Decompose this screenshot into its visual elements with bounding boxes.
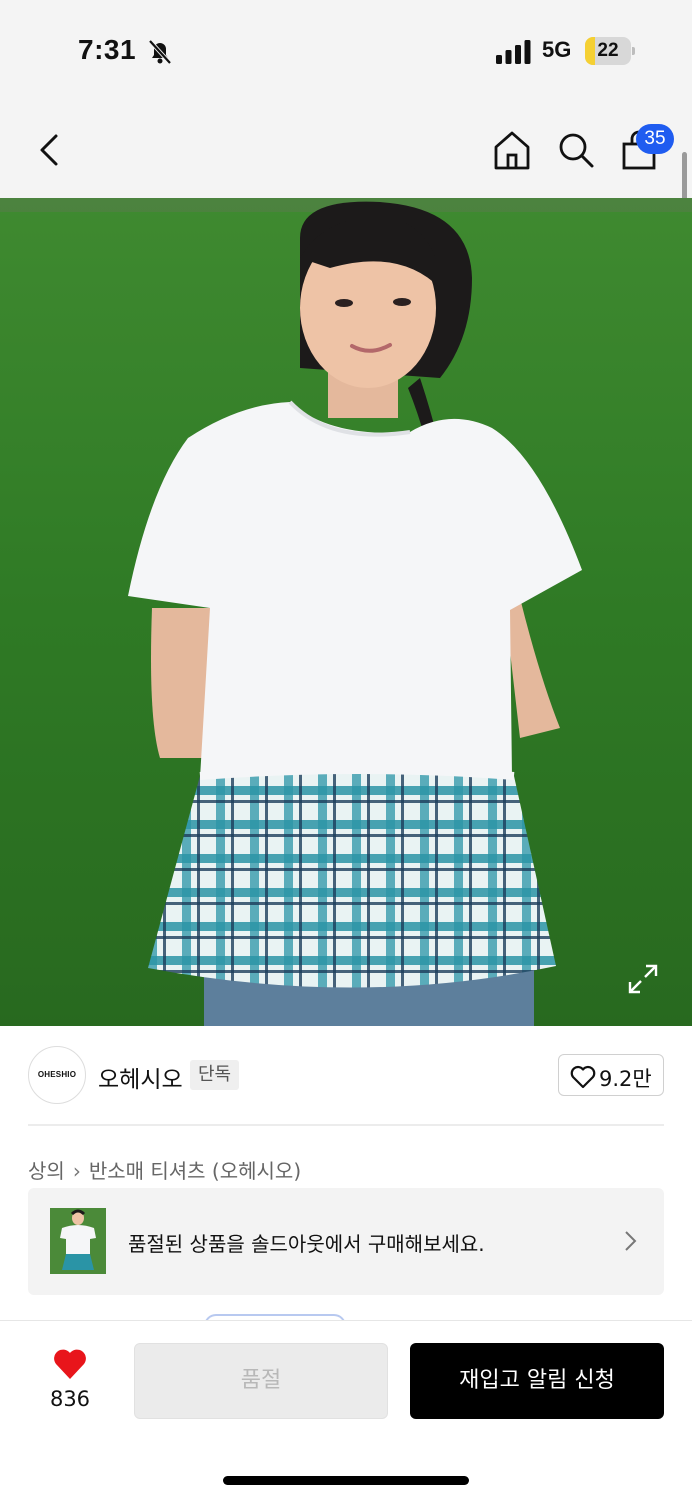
cart-count-badge[interactable]: 35 bbox=[636, 124, 674, 154]
brand-like-count: 9.2만 bbox=[599, 1067, 652, 1091]
network-type: 5G bbox=[542, 37, 572, 62]
bottom-action-bar: 836 품절 재입고 알림 신청 bbox=[0, 1320, 692, 1500]
expand-icon[interactable] bbox=[626, 962, 660, 996]
battery-tip bbox=[632, 47, 635, 55]
heart-filled-icon[interactable] bbox=[52, 1347, 88, 1381]
divider bbox=[28, 1124, 664, 1126]
battery-body: 22 bbox=[585, 37, 631, 65]
product-image[interactable] bbox=[0, 198, 692, 1026]
app-header bbox=[0, 100, 692, 198]
chevron-right-icon bbox=[625, 1231, 637, 1251]
search-icon[interactable] bbox=[554, 128, 598, 172]
product-photo-illustration bbox=[0, 198, 692, 1026]
soldout-button[interactable]: 품절 bbox=[134, 1343, 388, 1419]
battery-level: 22 bbox=[597, 40, 619, 61]
breadcrumb-item-subcategory[interactable]: 반소매 티셔츠 (오헤시오) bbox=[89, 1159, 301, 1183]
breadcrumb-item-category[interactable]: 상의 bbox=[28, 1159, 65, 1183]
chevron-right-icon: › bbox=[72, 1159, 81, 1183]
status-time: 7:31 bbox=[78, 34, 137, 65]
battery-icon: 22 bbox=[585, 37, 635, 65]
status-bar: 7:31 5G 22 bbox=[0, 0, 692, 100]
thumbnail-image bbox=[50, 1208, 106, 1274]
brand-row: OHESHIO 오헤시오 단독 9.2만 bbox=[0, 1026, 692, 1126]
home-icon[interactable] bbox=[490, 128, 534, 172]
back-icon[interactable] bbox=[30, 128, 70, 172]
exclusive-badge: 단독 bbox=[190, 1060, 240, 1090]
signal-icon bbox=[496, 40, 531, 64]
soldout-banner-text: 품절된 상품을 솔드아웃에서 구매해보세요. bbox=[128, 1232, 485, 1256]
brand-like-button[interactable]: 9.2만 bbox=[558, 1054, 664, 1096]
bell-off-icon bbox=[148, 39, 172, 65]
restock-alert-button[interactable]: 재입고 알림 신청 bbox=[410, 1343, 664, 1419]
heart-outline-icon bbox=[570, 1065, 596, 1089]
soldout-banner[interactable]: 품절된 상품을 솔드아웃에서 구매해보세요. bbox=[28, 1188, 664, 1295]
brand-name[interactable]: 오헤시오 bbox=[98, 1060, 183, 1094]
wish-count: 836 bbox=[49, 1387, 91, 1411]
brand-logo[interactable]: OHESHIO bbox=[28, 1046, 86, 1104]
breadcrumb: 상의 › 반소매 티셔츠 (오헤시오) bbox=[28, 1155, 301, 1184]
banner-thumbnail bbox=[50, 1208, 106, 1274]
home-indicator[interactable] bbox=[223, 1476, 469, 1485]
